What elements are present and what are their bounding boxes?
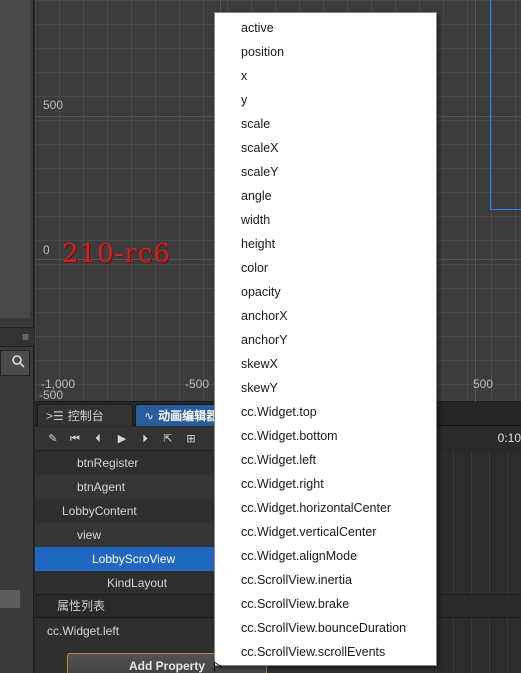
selected-node-bounds[interactable] (490, 0, 521, 210)
menu-item[interactable]: scaleY (215, 160, 436, 184)
prev-frame-icon[interactable]: ⏴ (91, 432, 105, 446)
tab-label: 控制台 (67, 409, 104, 423)
play-icon[interactable]: ▶ (115, 432, 129, 446)
menu-item[interactable]: scaleX (215, 136, 436, 160)
menu-item[interactable]: opacity (215, 280, 436, 304)
menu-item[interactable]: color (215, 256, 436, 280)
menu-item[interactable]: cc.Widget.verticalCenter (215, 520, 436, 544)
node-item-selected[interactable]: LobbyScroView (35, 547, 215, 571)
timeline-area[interactable] (434, 451, 521, 673)
menu-item[interactable]: cc.ScrollView.inertia (215, 568, 436, 592)
property-item[interactable]: cc.Widget.left (35, 619, 215, 643)
menu-item[interactable]: cc.Widget.top (215, 400, 436, 424)
menu-item[interactable]: cc.ScrollView.bounceDuration (215, 616, 436, 640)
hierarchy-panel-edge (0, 0, 30, 318)
y-axis-label: 0 (43, 243, 50, 257)
left-panel: ≡ (0, 0, 34, 673)
node-item[interactable]: btnRegister (35, 451, 215, 475)
menu-item[interactable]: width (215, 208, 436, 232)
menu-item[interactable]: active (215, 16, 436, 40)
menu-item[interactable]: cc.ScrollView.brake (215, 592, 436, 616)
node-item[interactable]: LobbyContent (35, 499, 215, 523)
search-icon[interactable] (11, 354, 27, 370)
menu-item[interactable]: cc.Widget.horizontalCenter (215, 496, 436, 520)
menu-item[interactable]: position (215, 40, 436, 64)
selected-asset-row[interactable] (0, 590, 20, 608)
tab-label: 动画编辑器 (158, 409, 219, 423)
menu-item[interactable]: y (215, 88, 436, 112)
menu-item[interactable]: cc.ScrollView.scrollEvents (215, 640, 436, 664)
menu-item[interactable]: cc.Widget.alignMode (215, 544, 436, 568)
animation-icon: ∿ (144, 409, 155, 423)
add-icon[interactable]: ⊞ (184, 432, 198, 446)
x-axis-label: 500 (473, 377, 494, 391)
x-axis-label: -500 (185, 377, 210, 391)
menu-icon[interactable]: ≡ (22, 330, 29, 344)
menu-item[interactable]: skewX (215, 352, 436, 376)
first-frame-icon[interactable]: ⏮ (68, 432, 82, 446)
time-label: 0:10 (497, 431, 521, 445)
menu-item[interactable]: cc.Widget.bottom (215, 424, 436, 448)
menu-item[interactable]: skewY (215, 376, 436, 400)
grid-line (475, 0, 476, 402)
timeline-ruler[interactable]: 0:10 (434, 427, 521, 451)
node-item[interactable]: view (35, 523, 215, 547)
menu-item[interactable]: height (215, 232, 436, 256)
export-icon[interactable]: ⇱ (161, 432, 175, 446)
menu-item[interactable]: anchorY (215, 328, 436, 352)
edit-icon[interactable]: ✎ (46, 432, 60, 446)
menu-item[interactable]: x (215, 64, 436, 88)
next-frame-icon[interactable]: ⏵ (138, 432, 152, 446)
console-icon: >☰ (46, 409, 64, 423)
tab-console[interactable]: >☰ 控制台 (37, 404, 133, 426)
watermark-text: 210-rc6 (62, 239, 171, 269)
property-dropdown-menu: active position x y scale scaleX scaleY angle wi… (214, 12, 437, 666)
node-item[interactable]: KindLayout (35, 571, 215, 595)
menu-item[interactable]: cc.Widget.left (215, 448, 436, 472)
menu-item[interactable]: angle (215, 184, 436, 208)
node-item[interactable]: btnAgent (35, 475, 215, 499)
y-axis-label: 500 (43, 98, 64, 112)
menu-item[interactable]: cc.Widget.right (215, 472, 436, 496)
menu-item[interactable]: anchorX (215, 304, 436, 328)
x-axis-label: -1,000 (41, 377, 76, 391)
menu-item[interactable]: scale (215, 112, 436, 136)
